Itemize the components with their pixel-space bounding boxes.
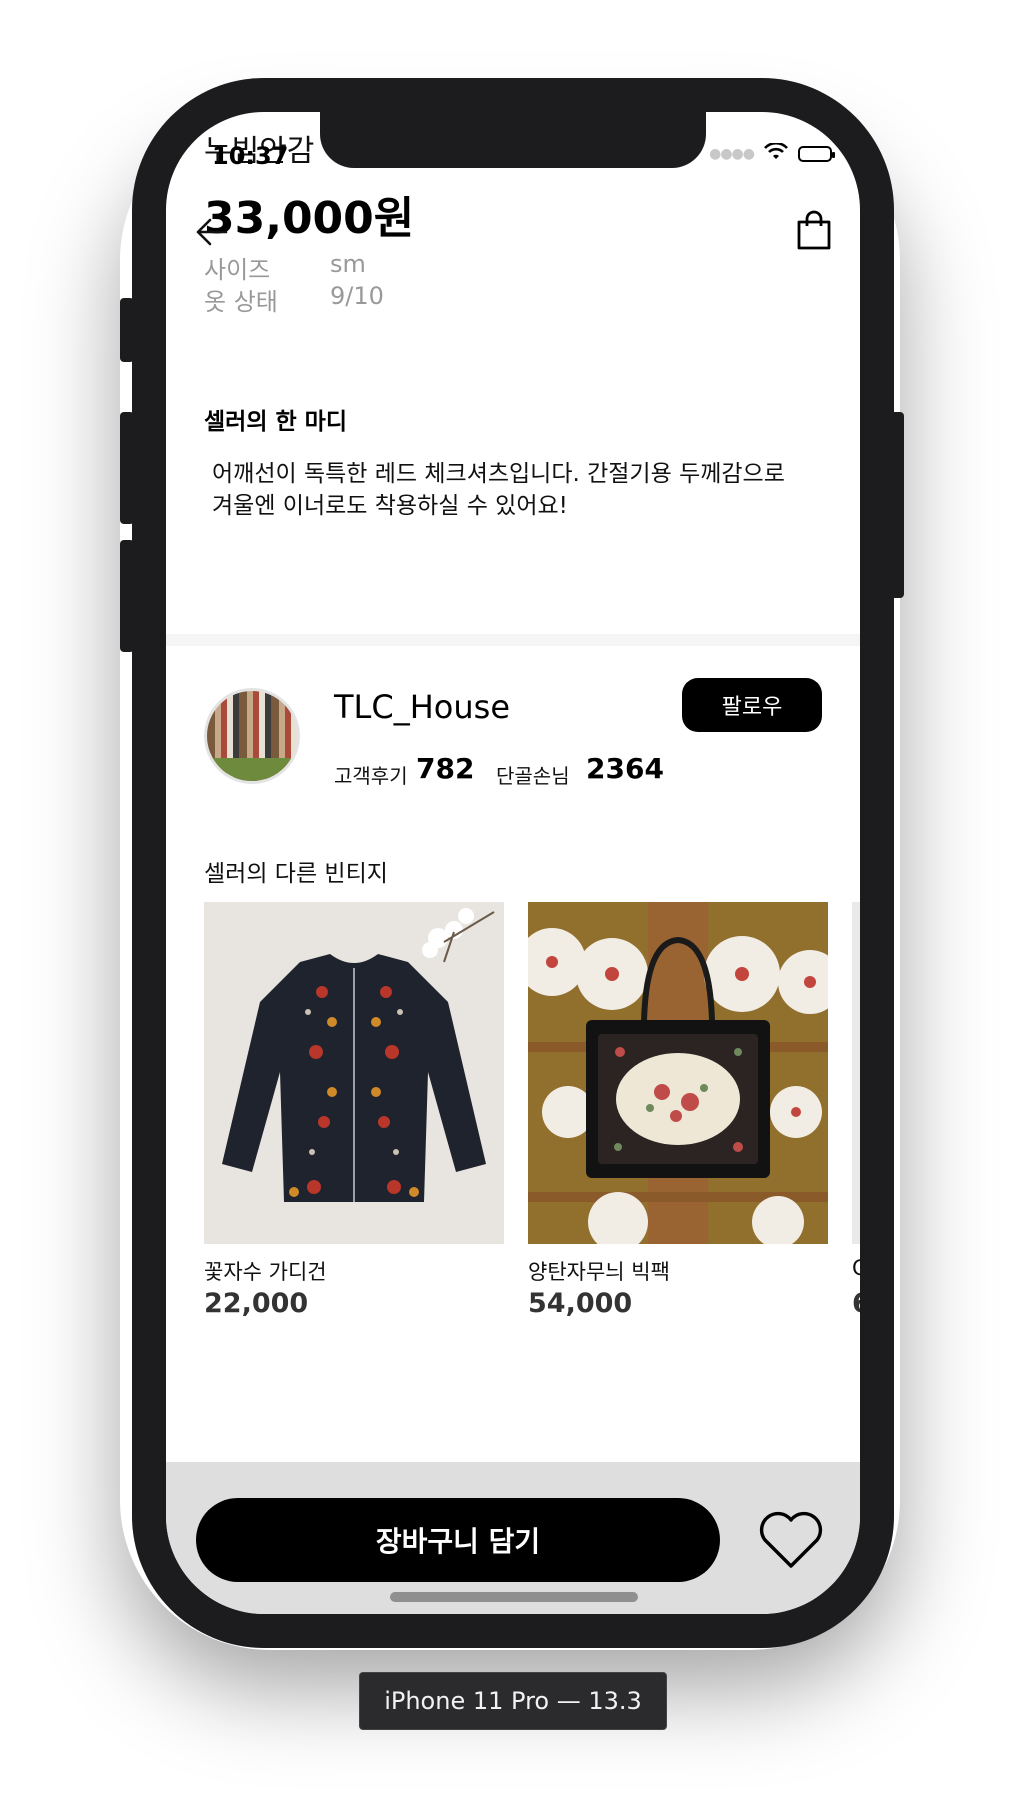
- item-name[interactable]: 양탄자무늬 빅팩: [528, 1256, 670, 1286]
- seller-note-title: 셀러의 한 마디: [204, 409, 347, 435]
- bottom-action-bar: 장바구니 담기: [166, 1462, 860, 1614]
- product-price: 33,000원: [204, 193, 415, 244]
- simulator-device-label: iPhone 11 Pro — 13.3: [359, 1672, 667, 1730]
- section-divider: [166, 634, 860, 646]
- other-items-title: 셀러의 다른 빈티지: [204, 861, 388, 887]
- item-name[interactable]: C: [852, 1256, 860, 1280]
- item-thumbnail-cardigan[interactable]: [204, 902, 504, 1244]
- spec-label: 사이즈: [204, 256, 271, 284]
- regulars-label: 단골손님: [496, 764, 570, 788]
- notch: [320, 112, 706, 168]
- item-price: 6: [852, 1288, 860, 1319]
- item-name[interactable]: 꽃자수 가디건: [204, 1256, 327, 1286]
- seller-note-body: 어깨선이 독특한 레드 체크셔츠입니다. 간절기용 두께감으로 겨울엔 이너로도…: [212, 461, 785, 519]
- wifi-icon: [764, 141, 788, 166]
- battery-icon: [798, 146, 835, 162]
- item-thumbnail-partial[interactable]: [852, 902, 860, 1244]
- spec-value: 9/10: [330, 282, 384, 310]
- shop-avatar[interactable]: [204, 688, 300, 784]
- spec-row-size: 사이즈 sm: [204, 250, 366, 285]
- status-icons: ●●●●: [709, 141, 835, 166]
- shop-name[interactable]: TLC_House: [334, 688, 510, 726]
- follow-button[interactable]: 팔로우: [682, 678, 822, 732]
- item-price: 54,000: [528, 1288, 633, 1319]
- add-to-cart-button[interactable]: 장바구니 담기: [196, 1498, 720, 1582]
- signal-icon: ●●●●: [709, 146, 755, 162]
- shopping-bag-icon[interactable]: [796, 210, 832, 250]
- spec-row-condition: 옷 상태 9/10: [204, 282, 384, 317]
- spec-label: 옷 상태: [204, 288, 278, 316]
- spec-value: sm: [330, 250, 366, 278]
- simulator-stage: 누빔안감 10:37 ●●●● 33,000원 사이즈 sm 옷 상태 9/10…: [0, 0, 1024, 1796]
- app-screen: 누빔안감 10:37 ●●●● 33,000원 사이즈 sm 옷 상태 9/10…: [166, 112, 860, 1614]
- item-price: 22,000: [204, 1288, 309, 1319]
- regulars-count: 2364: [586, 752, 664, 785]
- home-indicator[interactable]: [390, 1592, 638, 1602]
- back-arrow-icon[interactable]: [192, 212, 232, 252]
- heart-icon[interactable]: [756, 1508, 826, 1572]
- status-time: 10:37: [212, 142, 289, 170]
- reviews-count: 782: [416, 752, 475, 785]
- item-thumbnail-bag[interactable]: [528, 902, 828, 1244]
- reviews-label: 고객후기: [334, 764, 408, 788]
